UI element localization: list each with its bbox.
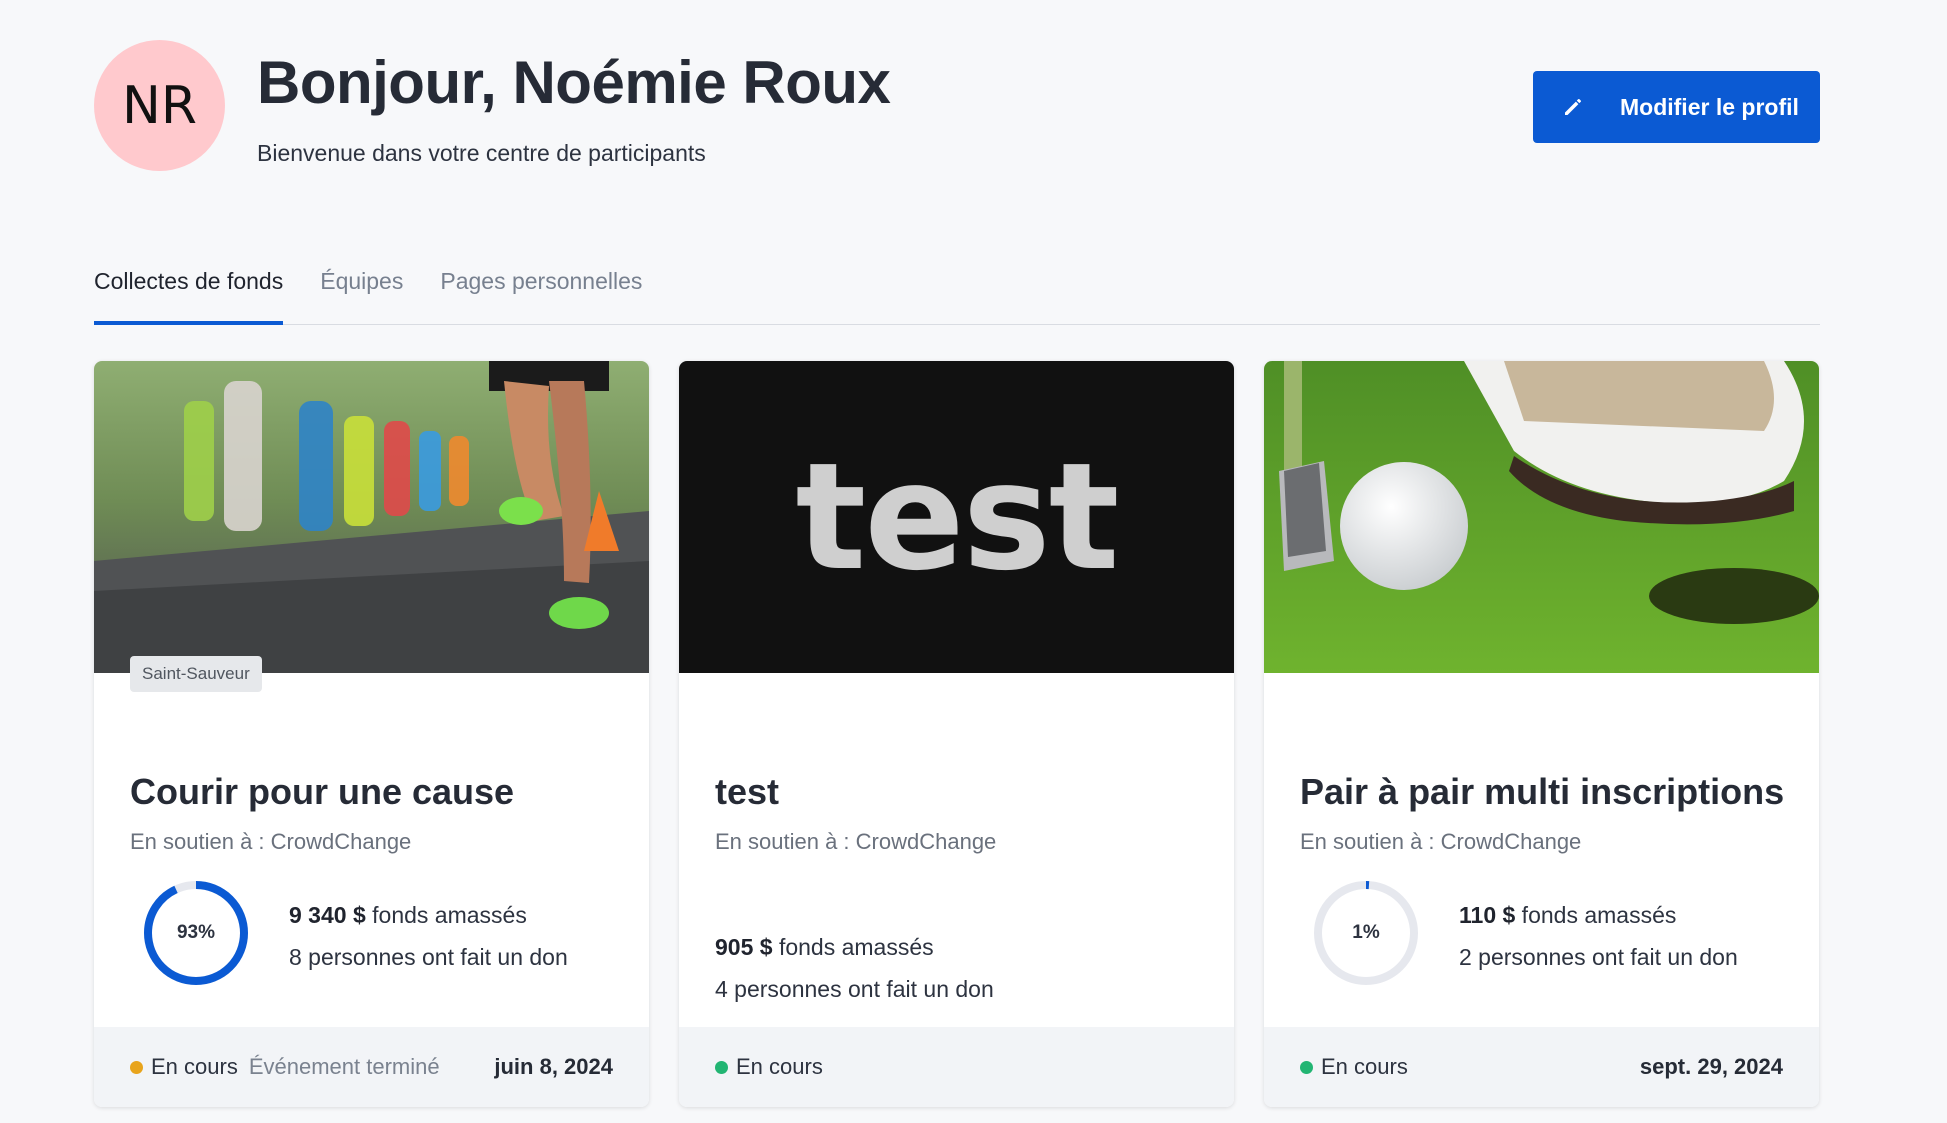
tab-teams[interactable]: Équipes xyxy=(320,258,403,325)
tab-fundraisers[interactable]: Collectes de fonds xyxy=(94,258,284,325)
status-badge: En cours xyxy=(130,1054,238,1080)
test-text-banner: test xyxy=(679,361,1234,673)
amount-value: 9 340 $ xyxy=(289,902,366,928)
page-header: NR Bonjour, Noémie Roux Bienvenue dans v… xyxy=(94,40,1820,175)
location-badge: Saint-Sauveur xyxy=(130,656,262,692)
edit-profile-label: Modifier le profil xyxy=(1620,93,1799,120)
card-stats: 9 340 $ fonds amassés 8 personnes ont fa… xyxy=(289,894,568,978)
marathon-runners-photo xyxy=(94,361,649,673)
donor-count: 8 personnes ont fait un don xyxy=(289,944,568,970)
status-badge: En cours xyxy=(1300,1054,1408,1080)
status-dot xyxy=(1300,1060,1313,1074)
event-date: juin 8, 2024 xyxy=(494,1054,613,1079)
status-label: En cours xyxy=(736,1054,823,1079)
donor-count: 4 personnes ont fait un don xyxy=(715,976,994,1002)
amount-suffix: fonds amassés xyxy=(772,934,934,960)
tab-bar: Collectes de fonds Équipes Pages personn… xyxy=(94,258,1820,325)
event-date: sept. 29, 2024 xyxy=(1639,1054,1783,1079)
amount-value: 905 $ xyxy=(715,934,773,960)
event-ended-label: Événement terminé xyxy=(248,1054,440,1079)
amount-raised: 110 $ fonds amassés xyxy=(1459,894,1738,936)
pencil-icon xyxy=(1561,95,1585,119)
card-support: En soutien à : CrowdChange xyxy=(130,829,412,854)
card-title[interactable]: Pair à pair multi inscriptions xyxy=(1300,771,1784,813)
amount-value: 110 $ xyxy=(1459,902,1516,928)
amount-raised: 9 340 $ fonds amassés xyxy=(289,894,568,936)
avatar[interactable]: NR xyxy=(94,40,225,171)
card-stats: 110 $ fonds amassés 2 personnes ont fait… xyxy=(1459,894,1738,978)
page-title: Bonjour, Noémie Roux xyxy=(257,49,891,116)
page-subtitle: Bienvenue dans votre centre de participa… xyxy=(257,140,706,166)
amount-suffix: fonds amassés xyxy=(1515,902,1677,928)
card-footer: En cours sept. 29, 2024 xyxy=(1264,1027,1819,1107)
amount-suffix: fonds amassés xyxy=(365,902,527,928)
card-stats: 905 $ fonds amassés 4 personnes ont fait… xyxy=(715,926,994,1010)
banner-text: test xyxy=(795,431,1120,603)
card-footer: En cours xyxy=(679,1027,1234,1107)
fundraiser-card[interactable]: test test En soutien à : CrowdChange 905… xyxy=(679,361,1234,1107)
card-support: En soutien à : CrowdChange xyxy=(715,829,997,854)
tab-personal-pages[interactable]: Pages personnelles xyxy=(440,258,642,325)
card-title[interactable]: test xyxy=(715,771,779,813)
fundraiser-card[interactable]: Pair à pair multi inscriptions En soutie… xyxy=(1264,361,1819,1107)
edit-profile-button[interactable]: Modifier le profil xyxy=(1533,71,1820,143)
status-dot xyxy=(130,1060,143,1074)
progress-percent: 93% xyxy=(176,922,216,943)
status-label: En cours xyxy=(1321,1054,1408,1079)
card-title[interactable]: Courir pour une cause xyxy=(130,771,514,813)
amount-raised: 905 $ fonds amassés xyxy=(715,926,994,968)
status-dot xyxy=(715,1060,728,1074)
status-badge: En cours xyxy=(715,1054,823,1080)
card-footer: En cours Événement terminé juin 8, 2024 xyxy=(94,1027,649,1107)
donor-count: 2 personnes ont fait un don xyxy=(1459,944,1738,970)
status-label: En cours xyxy=(151,1054,238,1079)
card-support: En soutien à : CrowdChange xyxy=(1300,829,1582,854)
progress-percent: 1% xyxy=(1352,922,1380,943)
fundraiser-card[interactable]: Saint-Sauveur Courir pour une cause En s… xyxy=(94,361,649,1107)
golf-ball-photo xyxy=(1264,361,1819,673)
